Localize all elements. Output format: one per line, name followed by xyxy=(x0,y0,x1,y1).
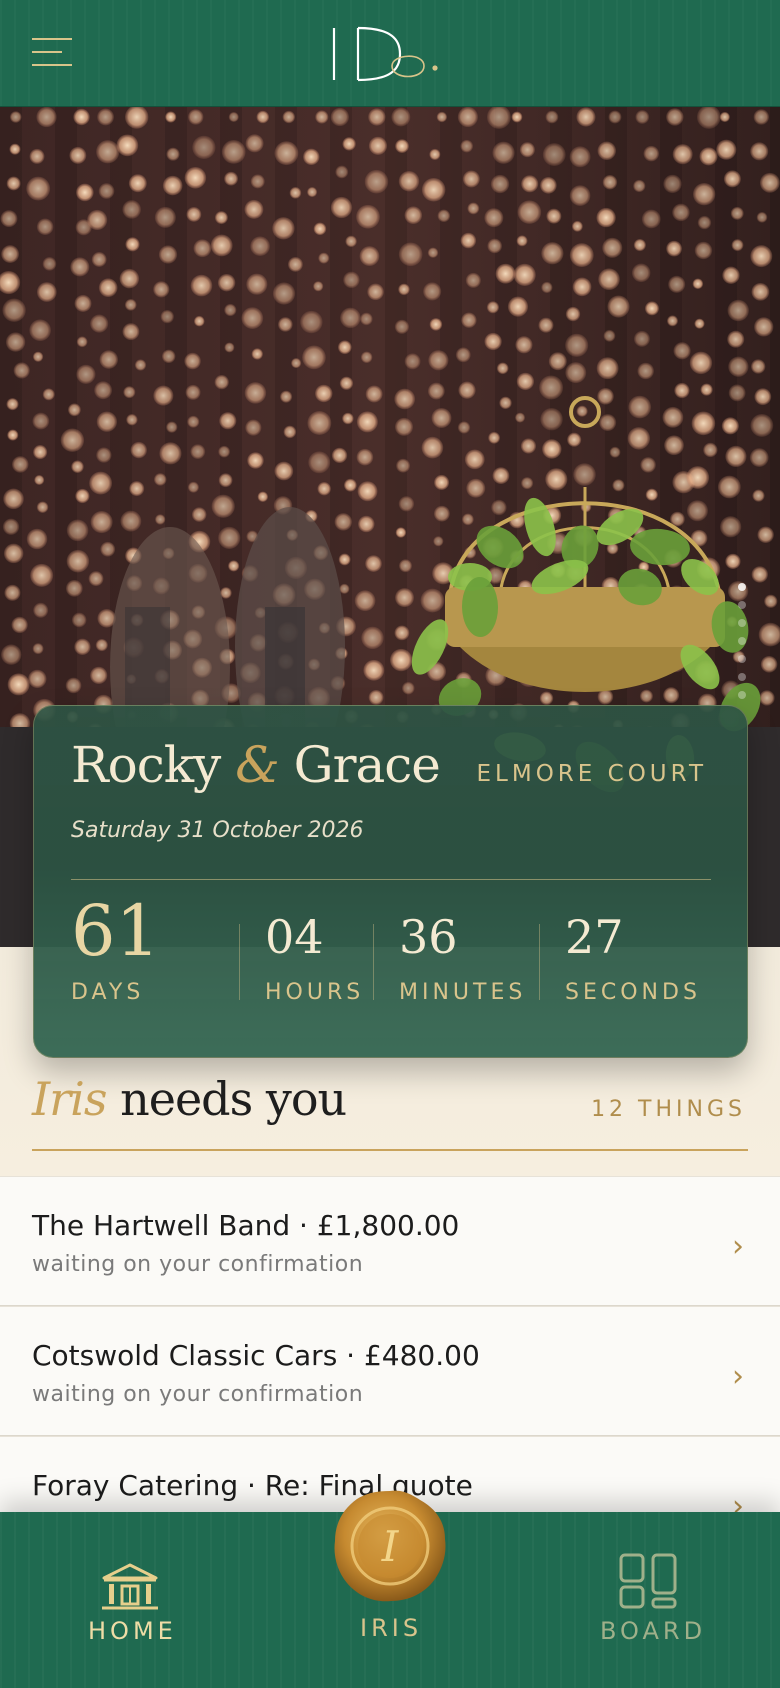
home-building-icon xyxy=(102,1563,158,1610)
carousel-dot[interactable] xyxy=(738,583,746,591)
unit-separator xyxy=(539,924,540,1000)
iris-title-rest: needs you xyxy=(120,1072,347,1126)
carousel-dot[interactable] xyxy=(738,691,746,699)
iris-name: Iris xyxy=(32,1072,107,1126)
nav-board[interactable]: BOARD xyxy=(590,1512,720,1688)
app-header xyxy=(0,0,780,107)
venue-name: ELMORE COURT xyxy=(476,761,707,787)
carousel-dot[interactable] xyxy=(738,619,746,627)
hamburger-menu-icon[interactable] xyxy=(32,38,72,70)
task-row-cotswold-cars[interactable]: Cotswold Classic Cars · £480.00 waiting … xyxy=(0,1306,780,1436)
days-label: DAYS xyxy=(71,980,145,1005)
section-divider xyxy=(32,1149,748,1151)
task-subtitle: waiting on your confirmation xyxy=(32,1382,364,1407)
couple-names: Rocky & Grace xyxy=(71,736,441,794)
minutes-value: 36 xyxy=(399,910,458,964)
minutes-label: MINUTES xyxy=(399,980,527,1005)
partner-two-name: Grace xyxy=(293,736,441,794)
nav-home[interactable]: HOME xyxy=(60,1512,200,1688)
wedding-date: Saturday 31 October 2026 xyxy=(71,818,364,843)
hours-label: HOURS xyxy=(265,980,365,1005)
countdown-days: 61 DAYS xyxy=(71,896,221,1008)
iris-section-title: Iris needs you xyxy=(32,1072,347,1126)
carousel-dot[interactable] xyxy=(738,637,746,645)
things-count[interactable]: 12 THINGS xyxy=(591,1097,746,1122)
countdown-minutes: 36 MINUTES xyxy=(399,896,539,1008)
days-value: 61 xyxy=(71,890,161,972)
unit-separator xyxy=(373,924,374,1000)
unit-separator xyxy=(239,924,240,1000)
chevron-right-icon: › xyxy=(732,1229,744,1264)
carousel-dot[interactable] xyxy=(738,655,746,663)
carousel-dot[interactable] xyxy=(738,601,746,609)
carousel-dots[interactable] xyxy=(738,583,746,709)
board-grid-icon xyxy=(619,1553,677,1609)
partner-one-name: Rocky xyxy=(71,736,221,794)
seconds-value: 27 xyxy=(565,910,624,964)
nav-home-label: HOME xyxy=(88,1617,177,1645)
nav-iris-label: IRIS xyxy=(360,1614,423,1642)
card-divider xyxy=(71,879,711,880)
carousel-dot[interactable] xyxy=(738,673,746,681)
task-row-hartwell-band[interactable]: The Hartwell Band · £1,800.00 waiting on… xyxy=(0,1176,780,1306)
i-do-logo xyxy=(332,26,438,82)
task-title: The Hartwell Band · £1,800.00 xyxy=(32,1209,460,1242)
chevron-right-icon: › xyxy=(732,1359,744,1394)
countdown-seconds: 27 SECONDS xyxy=(565,896,715,1008)
countdown-hours: 04 HOURS xyxy=(265,896,385,1008)
ampersand: & xyxy=(235,736,280,794)
countdown-card: Rocky & Grace ELMORE COURT Saturday 31 O… xyxy=(33,705,748,1058)
iris-wax-seal-icon[interactable]: I xyxy=(331,1487,449,1605)
task-title: Cotswold Classic Cars · £480.00 xyxy=(32,1339,480,1372)
nav-board-label: BOARD xyxy=(600,1617,707,1645)
task-subtitle: waiting on your confirmation xyxy=(32,1252,364,1277)
hours-value: 04 xyxy=(265,910,324,964)
seal-letter: I xyxy=(381,1522,400,1571)
seconds-label: SECONDS xyxy=(565,980,701,1005)
